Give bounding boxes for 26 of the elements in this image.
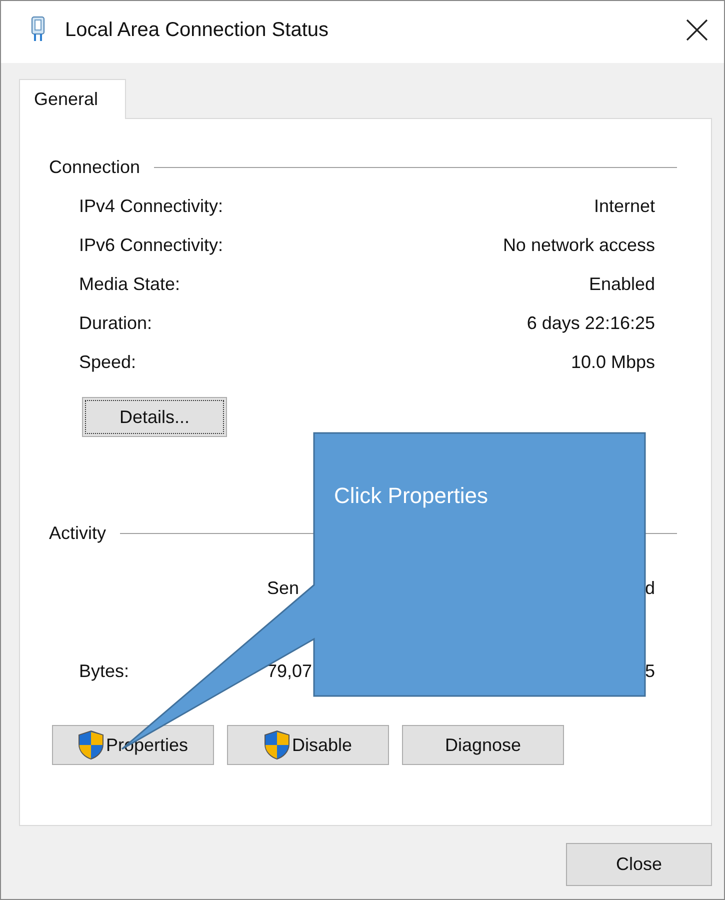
action-button[interactable]: Disable [227,725,389,765]
close-icon[interactable] [686,19,708,41]
field-label: Bytes: [79,661,130,682]
group-heading: Activity [49,523,106,544]
action-button[interactable]: Diagnose [402,725,564,765]
field-value: Enabled [588,274,655,295]
column-header: Sen [267,578,300,598]
group-heading: Connection [49,157,140,178]
field-label: Speed: [79,352,136,373]
field-label: IPv6 Connectivity: [79,235,224,256]
tab[interactable]: General [19,79,126,119]
field-value: 10.0 Mbps [570,352,655,373]
field-value: Internet [594,196,655,217]
field-label: Duration: [79,313,152,334]
column-header: d [644,578,655,598]
network-plug-icon [31,16,45,42]
field-value: 5 [644,661,655,682]
field-label: IPv4 Connectivity: [79,196,224,217]
close-button[interactable]: Close [566,843,712,886]
callout-text: Click Properties [334,483,488,509]
window-title: Local Area Connection Status [65,18,330,42]
details-button[interactable]: Details... [82,397,227,437]
field-label: Media State: [79,274,180,295]
field-value: No network access [502,235,655,256]
field-value: 79,07 [267,661,312,682]
field-value: 6 days 22:16:25 [526,313,655,334]
